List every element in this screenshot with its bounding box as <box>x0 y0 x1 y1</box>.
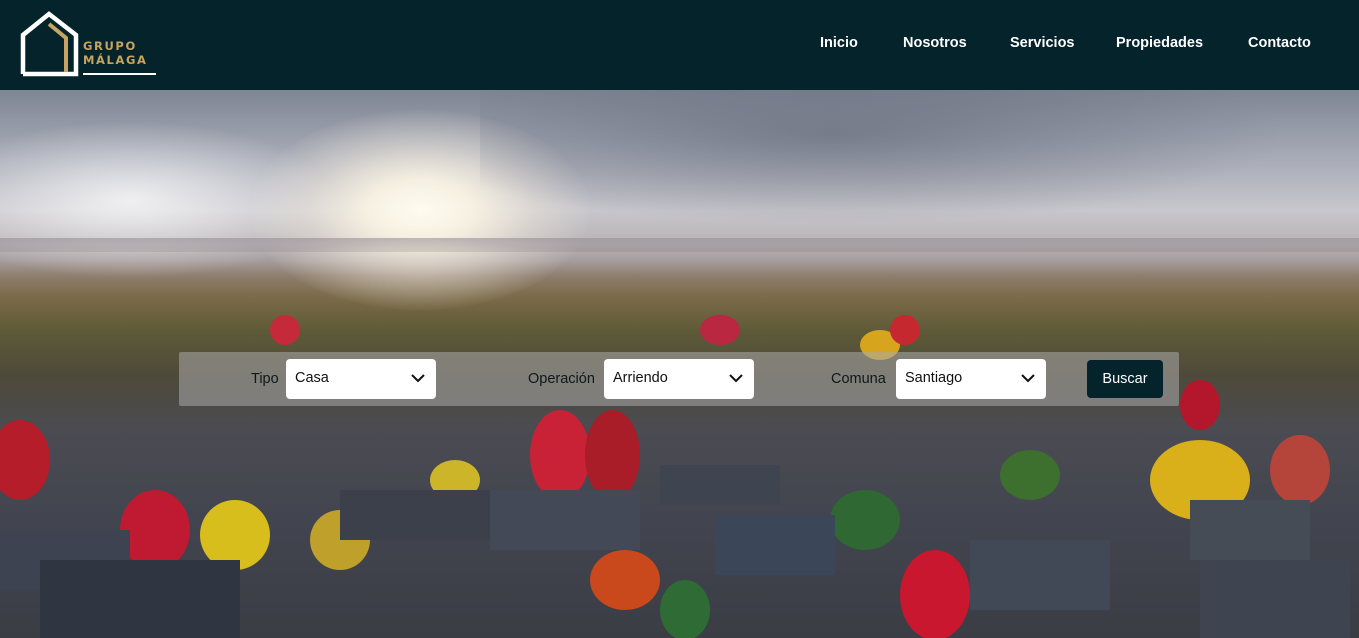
site-header: GRUPO MÁLAGA Inicio Nosotros Servicios P… <box>0 0 1359 90</box>
tree <box>700 315 740 345</box>
chevron-down-icon <box>411 374 425 383</box>
tree <box>1180 380 1220 430</box>
logo-underline <box>83 73 156 75</box>
nav-item-inicio[interactable]: Inicio <box>820 35 858 51</box>
clouds <box>480 90 1359 240</box>
house-roof <box>715 515 835 575</box>
property-search-bar: Tipo Casa Operación Arriendo Comuna Sant… <box>179 352 1179 406</box>
chevron-down-icon <box>729 374 743 383</box>
tipo-select-value: Casa <box>295 370 329 386</box>
chevron-down-icon <box>1021 374 1035 383</box>
nav-item-contacto[interactable]: Contacto <box>1248 35 1311 51</box>
tree <box>270 315 300 345</box>
comuna-select-value: Santiago <box>905 370 963 386</box>
house-roof <box>1190 500 1310 560</box>
operacion-label: Operación <box>528 371 595 387</box>
tree <box>585 410 640 500</box>
tree <box>1000 450 1060 500</box>
house-roof <box>660 465 780 505</box>
search-button[interactable]: Buscar <box>1087 360 1163 398</box>
comuna-select[interactable]: Santiago <box>896 359 1046 399</box>
nav-item-propiedades[interactable]: Propiedades <box>1116 35 1203 51</box>
tree <box>900 550 970 638</box>
nav-item-nosotros[interactable]: Nosotros <box>903 35 967 51</box>
tree <box>530 410 590 500</box>
tree <box>1270 435 1330 505</box>
tree <box>120 490 190 570</box>
house-roof <box>40 560 240 638</box>
tipo-select[interactable]: Casa <box>286 359 436 399</box>
house-roof <box>970 540 1110 610</box>
tipo-label: Tipo <box>251 371 279 387</box>
house-roof <box>490 490 640 550</box>
horizon <box>0 238 1359 252</box>
hero-image: Tipo Casa Operación Arriendo Comuna Sant… <box>0 90 1359 638</box>
logo-line-2: MÁLAGA <box>83 53 148 67</box>
tree <box>830 490 900 550</box>
tree <box>590 550 660 610</box>
house-roof <box>1200 560 1350 638</box>
tree <box>0 420 50 500</box>
main-nav: Inicio Nosotros Servicios Propiedades Co… <box>0 35 1359 55</box>
nav-item-servicios[interactable]: Servicios <box>1010 35 1075 51</box>
operacion-select[interactable]: Arriendo <box>604 359 754 399</box>
tree <box>890 315 920 345</box>
tree <box>660 580 710 638</box>
operacion-select-value: Arriendo <box>613 370 668 386</box>
comuna-label: Comuna <box>831 371 886 387</box>
